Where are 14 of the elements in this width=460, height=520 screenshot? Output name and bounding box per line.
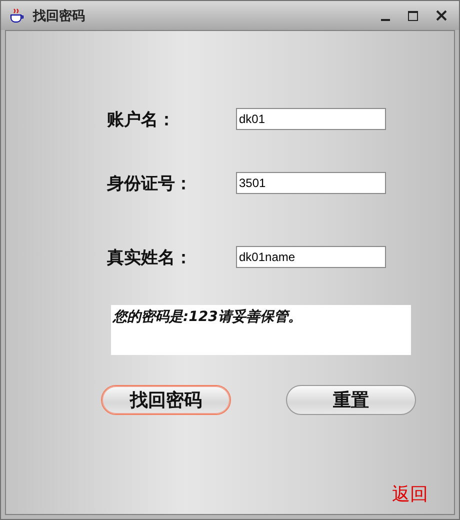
field-label: 真实姓名： [107, 246, 193, 268]
field-label: 身份证号： [107, 172, 193, 194]
window-title: 找回密码 [33, 8, 86, 24]
message-box: 您的密码是:123请妥善保管。 [111, 305, 411, 355]
close-icon [436, 10, 446, 21]
maximize-icon [408, 10, 418, 20]
field-label: 账户名： [107, 108, 176, 130]
input-field[interactable]: dk01 [236, 108, 386, 130]
input-field[interactable]: dk01name [236, 246, 386, 268]
reset-button[interactable]: 重置 [286, 385, 416, 415]
coffee-cup-icon [9, 8, 25, 24]
minimize-icon [380, 18, 390, 20]
input-field[interactable]: 3501 [236, 172, 386, 194]
retrieve-password-button[interactable]: 找回密码 [101, 385, 231, 415]
